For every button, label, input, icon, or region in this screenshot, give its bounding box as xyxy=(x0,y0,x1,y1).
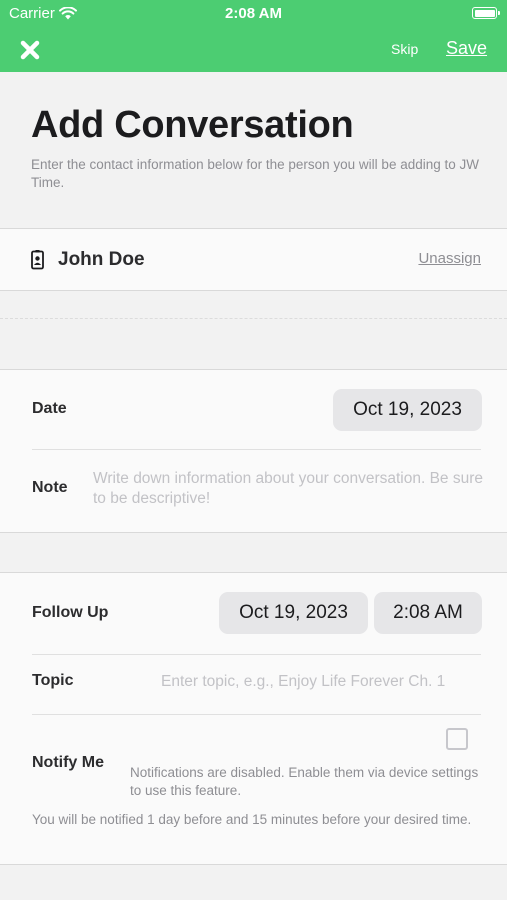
contact-card-icon xyxy=(31,250,44,270)
top-bar: Carrier 2:08 AM Skip Save xyxy=(0,0,507,72)
save-button[interactable]: Save xyxy=(446,38,487,59)
note-input[interactable]: Write down information about your conver… xyxy=(93,469,485,509)
close-icon xyxy=(20,40,40,60)
follow-up-label: Follow Up xyxy=(32,604,109,621)
row-divider xyxy=(32,449,481,450)
page-subtitle: Enter the contact information below for … xyxy=(31,157,479,190)
date-picker[interactable]: Oct 19, 2023 xyxy=(333,389,482,431)
close-button[interactable] xyxy=(19,39,41,61)
topic-label: Topic xyxy=(32,672,74,689)
divider xyxy=(0,290,507,291)
follow-up-time-picker[interactable]: 2:08 AM xyxy=(374,592,482,634)
skip-button[interactable]: Skip xyxy=(391,41,418,57)
topic-input[interactable]: Enter topic, e.g., Enjoy Life Forever Ch… xyxy=(161,672,481,692)
notify-footnote: You will be notified 1 day before and 15… xyxy=(32,812,472,827)
date-label: Date xyxy=(32,400,67,417)
contact-name: John Doe xyxy=(58,249,145,270)
unassign-link[interactable]: Unassign xyxy=(418,250,481,267)
battery-icon xyxy=(472,7,500,19)
notify-label: Notify Me xyxy=(32,754,104,771)
page-title: Add Conversation xyxy=(31,104,354,146)
divider xyxy=(0,864,507,865)
row-divider xyxy=(32,714,481,715)
divider xyxy=(0,532,507,533)
note-label: Note xyxy=(32,479,68,496)
dashed-separator xyxy=(0,318,507,319)
notify-checkbox[interactable] xyxy=(446,728,468,750)
follow-up-date-picker[interactable]: Oct 19, 2023 xyxy=(219,592,368,634)
row-divider xyxy=(32,654,481,655)
status-time: 2:08 AM xyxy=(225,5,282,22)
notify-disabled-note: Notifications are disabled. Enable them … xyxy=(130,765,479,798)
